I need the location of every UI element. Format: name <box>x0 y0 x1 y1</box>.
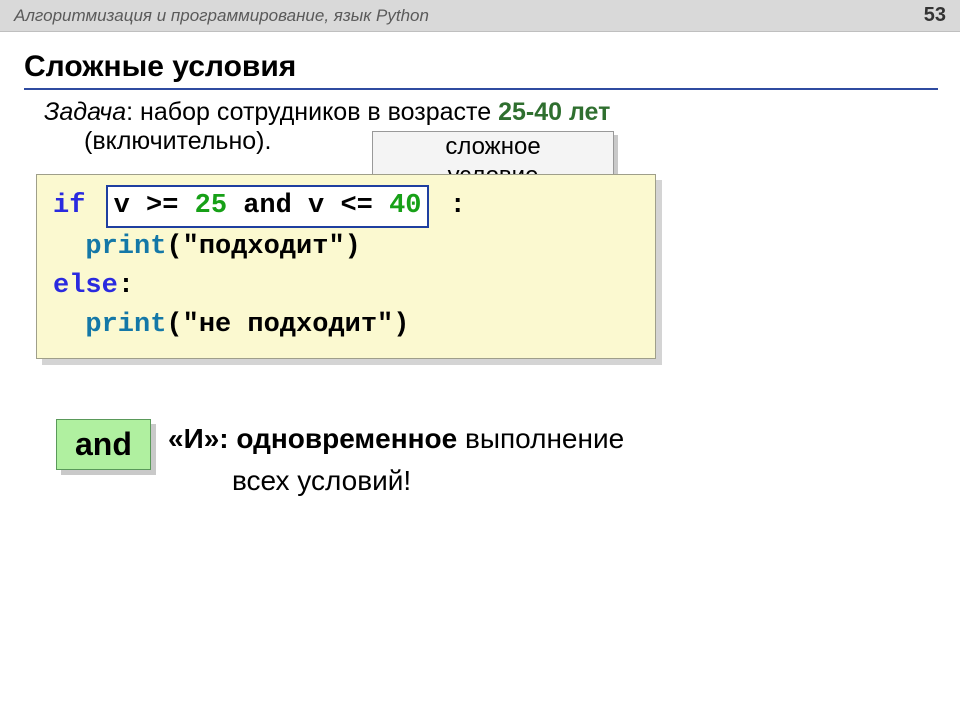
task-part2: (включительно). <box>84 127 271 155</box>
code-line-4: print("не подходит") <box>53 306 639 345</box>
explain-2: всех условий! <box>232 465 411 496</box>
task-ages: 25-40 лет <box>498 98 610 126</box>
condition-box: v >= 25 and v <= 40 <box>106 185 430 228</box>
explain-1a: «И»: <box>168 423 229 454</box>
code-box: if v >= 25 and v <= 40 : print("подходит… <box>36 174 656 359</box>
colon1: : <box>450 191 466 221</box>
kw-if: if <box>53 191 85 221</box>
fn-print2: print <box>85 310 166 340</box>
colon2: : <box>118 271 134 301</box>
explain-1c: выполнение <box>457 423 624 454</box>
cond-pre: v >= <box>114 191 195 221</box>
str1: ("подходит") <box>166 232 360 262</box>
cond-n2: 40 <box>389 191 421 221</box>
and-explanation: «И»: одновременное выполнение всех услов… <box>168 418 848 502</box>
page-number: 53 <box>924 4 946 27</box>
slide-title: Сложные условия <box>24 50 938 90</box>
kw-else: else <box>53 271 118 301</box>
fn-print1: print <box>85 232 166 262</box>
code-line-3: else: <box>53 267 639 306</box>
callout-line1: сложное <box>373 133 613 162</box>
cond-mid: and v <= <box>227 191 389 221</box>
task-part1: : набор сотрудников в возрасте <box>126 98 498 126</box>
and-keyword-box: and <box>56 419 151 470</box>
code-line-2: print("подходит") <box>53 228 639 267</box>
explain-1b: одновременное <box>229 423 458 454</box>
str2: ("не подходит") <box>166 310 409 340</box>
code-line-1: if v >= 25 and v <= 40 : <box>53 185 639 228</box>
task-label: Задача <box>44 98 126 126</box>
cond-n1: 25 <box>195 191 227 221</box>
slide-header: Алгоритмизация и программирование, язык … <box>0 0 960 32</box>
header-title: Алгоритмизация и программирование, язык … <box>14 6 429 26</box>
